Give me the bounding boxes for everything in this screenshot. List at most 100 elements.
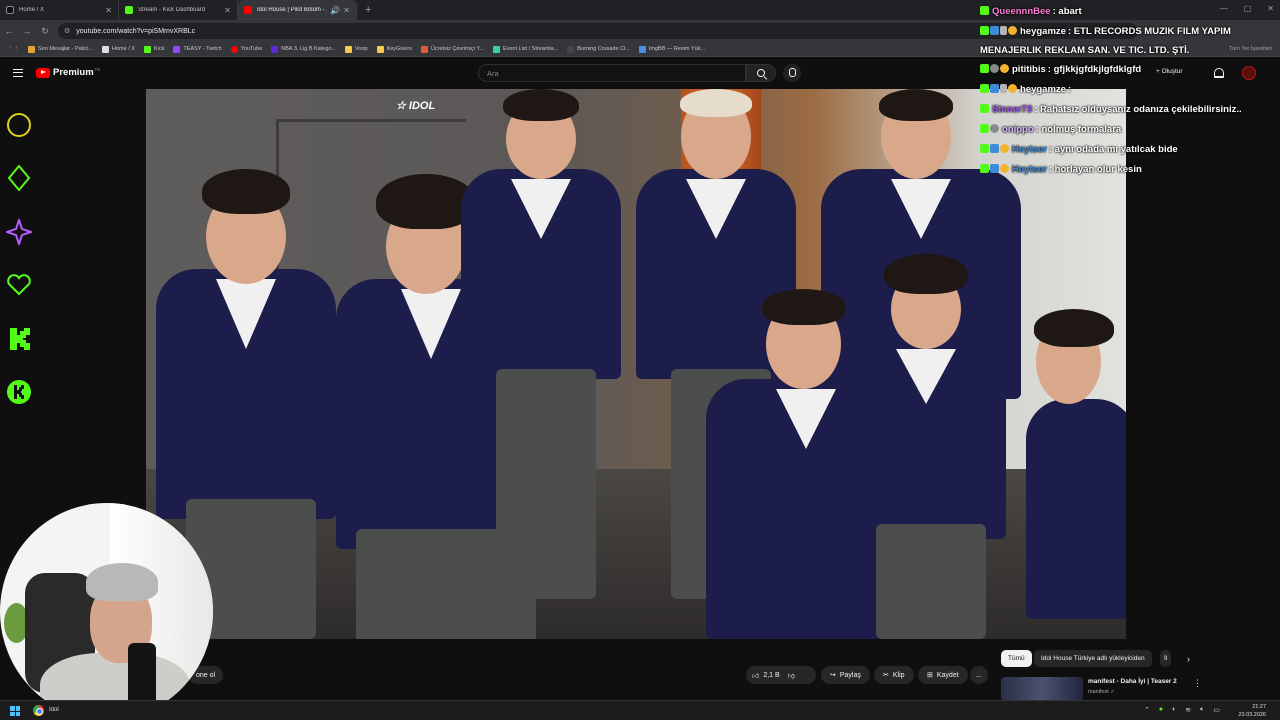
address-bar[interactable]: ⚙ youtube.com/watch?v=piSMmvXRBLc [58, 23, 1138, 39]
country-code: TR [94, 67, 100, 72]
taskbar-clock[interactable]: 21:27 23.03.2026 [1238, 703, 1266, 719]
mute-tab-icon[interactable]: 🔊 [330, 6, 340, 15]
folder-icon [376, 45, 384, 53]
chat-text: : abart [1052, 6, 1082, 17]
chat-badge-sword-icon [1000, 84, 1007, 93]
windows-taskbar: Idol ⌃ ● ◐ ≋ 🔈︎ ▭ 21:27 23.03.2026 [0, 700, 1280, 720]
chat-username: Heytser [1012, 164, 1047, 175]
bookmark-item[interactable]: Ücretsiz Çevrimiçi Y... [420, 45, 484, 53]
tab-title: Idol House | Pilot Bölüm - ... [257, 7, 328, 13]
clip-button[interactable]: ✂ Klip [874, 666, 914, 684]
video-player[interactable]: ☆ IDOL [146, 89, 1126, 639]
bookmark-favicon-icon [638, 45, 646, 53]
chips-next-icon[interactable]: › [1180, 650, 1197, 667]
recommendation-title[interactable]: manifest - Daha İyi | Teaser 2 [1088, 678, 1177, 685]
chip-partial[interactable]: İl [1160, 650, 1172, 667]
windows-start-icon[interactable] [10, 706, 20, 716]
tray-app-icon[interactable]: ◐ [1172, 706, 1176, 714]
bookmark-label: Event List / Streamla... [502, 46, 559, 52]
save-button[interactable]: ⊞ Kaydet [918, 666, 968, 684]
chat-text: : ETL RECORDS MUZIK FILM YAPIM MENAJERLI… [980, 26, 1231, 56]
folder-icon [345, 45, 353, 53]
browser-tab[interactable]: Home / X ✕ [0, 0, 119, 20]
bookmark-item[interactable]: Home / X [102, 45, 135, 53]
forward-icon[interactable]: → [18, 26, 36, 36]
chat-username: Heytser [1012, 144, 1047, 155]
video-person [1016, 309, 1126, 639]
apps-icon[interactable]: ⋮⋮ [8, 46, 19, 52]
battery-icon[interactable]: ▭ [1213, 706, 1220, 714]
bookmark-folder[interactable]: Voop [345, 45, 368, 53]
chat-badge-k-icon [980, 124, 989, 133]
bookmark-item[interactable]: TEASY - Twitch [173, 45, 222, 53]
chip-all[interactable]: Tümü [1001, 650, 1032, 667]
premium-label: Premium [53, 67, 94, 78]
chat-badge-blue-icon [990, 144, 999, 153]
chat-message: onippo: nolmuş formalara [980, 120, 1280, 140]
chat-badge-k-icon [980, 104, 989, 113]
youtube-logo[interactable]: Premium TR [36, 67, 100, 78]
dislike-icon[interactable]: 👎︎ [788, 671, 795, 680]
search-input[interactable]: Ara [478, 64, 746, 82]
bookmark-item[interactable]: Kick [143, 45, 165, 53]
webcam-hair [86, 563, 158, 601]
bookmark-favicon-icon [143, 45, 151, 53]
search-icon [757, 69, 765, 77]
bookmark-item[interactable]: YouTube [230, 45, 262, 53]
wifi-icon[interactable]: ≋ [1185, 706, 1191, 714]
bookmark-label: Burning Crusade Cl... [577, 46, 630, 52]
tray-app-icon[interactable]: ● [1159, 706, 1163, 714]
bookmark-favicon-icon [28, 45, 35, 53]
bookmark-favicon-icon [567, 45, 575, 53]
chat-username: onippo [1002, 124, 1034, 135]
kick-k-icon [6, 326, 32, 352]
bookmark-item[interactable]: ImgBB — Resim Yük... [638, 45, 705, 53]
chat-badge-k-icon [980, 84, 989, 93]
bookmark-item[interactable]: Son Mesajlar - Patici... [28, 45, 94, 53]
share-button[interactable]: ↪ Paylaş [821, 666, 870, 684]
taskbar-app-label[interactable]: Idol [49, 707, 59, 713]
back-icon[interactable]: ← [0, 26, 18, 36]
bookmark-label: Son Mesajlar - Patici... [38, 46, 94, 52]
chat-message: heygamze: [980, 80, 1280, 100]
browser-tab-active[interactable]: Idol House | Pilot Bölüm - ... 🔊 ✕ [238, 0, 357, 20]
site-info-icon[interactable]: ⚙ [64, 27, 70, 35]
chip-uploader[interactable]: Idol House Türkiye adlı yükleyiciden [1034, 650, 1152, 667]
close-tab-icon[interactable]: ✕ [105, 6, 112, 15]
chat-username: heygamze [1020, 26, 1066, 37]
voice-search-icon[interactable] [783, 64, 801, 82]
bookmark-item[interactable]: Burning Crusade Cl... [567, 45, 630, 53]
bookmark-item[interactable]: Event List / Streamla... [492, 45, 559, 53]
x-favicon-icon [6, 6, 14, 14]
chat-badge-gold-icon [1008, 84, 1017, 93]
close-tab-icon[interactable]: ✕ [343, 6, 350, 15]
bookmark-favicon-icon [492, 45, 500, 53]
like-count[interactable]: 2,1 B [763, 672, 779, 679]
recommendation-menu-icon[interactable]: ⋮ [1193, 678, 1202, 689]
bookmark-folder[interactable]: KeyGivers [376, 45, 412, 53]
close-tab-icon[interactable]: ✕ [224, 6, 231, 15]
chrome-icon[interactable] [33, 705, 44, 716]
recommendation-channel[interactable]: manifest ✓ [1088, 689, 1115, 695]
share-icon: ↪ [830, 672, 836, 679]
like-icon[interactable]: 👍︎ [752, 671, 759, 680]
browser-tab[interactable]: Stream - Kick Dashboard ✕ [119, 0, 238, 20]
tray-chevron-icon[interactable]: ⌃ [1144, 706, 1150, 714]
chat-username: Sinner73 [992, 104, 1033, 115]
more-actions-button[interactable]: ... [970, 666, 988, 684]
stream-chat-overlay: QueennnBee: abart heygamze: ETL RECORDS M… [980, 2, 1280, 180]
clock-date: 23.03.2026 [1238, 712, 1266, 718]
bookmark-item[interactable]: NBA 3. Lig B Katego... [271, 45, 336, 53]
chat-message: pititibis: gfjkkjgfdkjlgfdklgfd [980, 60, 1280, 80]
tab-title: Home / X [19, 7, 45, 13]
recommendation-thumbnail[interactable] [1001, 677, 1083, 701]
chat-badge-k-icon [980, 26, 989, 35]
chat-text: : horlayan olur kesin [1048, 164, 1142, 175]
new-tab-button[interactable]: + [365, 0, 371, 20]
bookmark-label: Kick [153, 46, 165, 52]
reload-icon[interactable]: ↻ [36, 26, 54, 37]
menu-icon[interactable] [13, 69, 23, 77]
chat-message: Sinner73: Rahatsız olduysanız odanıza çe… [980, 100, 1280, 120]
volume-icon[interactable]: 🔈︎ [1200, 706, 1204, 714]
search-button[interactable] [746, 64, 776, 82]
